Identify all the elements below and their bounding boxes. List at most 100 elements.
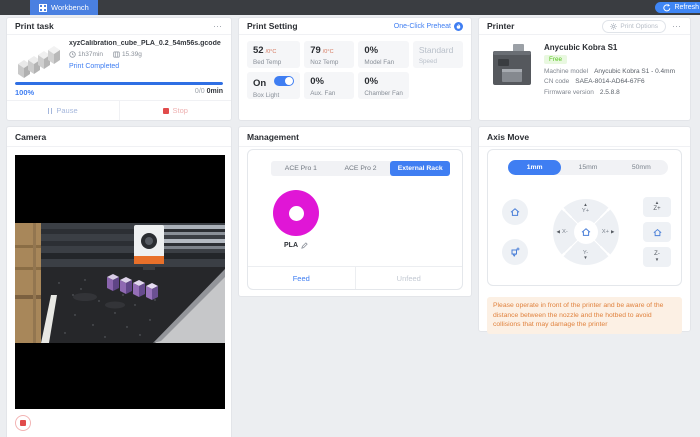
z-minus-button[interactable]: Z- ▼	[643, 247, 671, 267]
extrude-button[interactable]	[502, 239, 528, 265]
speed-value: Standard	[419, 45, 454, 55]
machine-model-label: Machine model	[544, 68, 588, 75]
top-bar: Workbench Refresh	[0, 0, 700, 15]
stop-button[interactable]: Stop	[119, 101, 232, 120]
record-stop-button[interactable]	[15, 415, 31, 431]
tab-external-rack[interactable]: External Rack	[390, 161, 450, 176]
chamber-fan-label: Chamber Fan	[364, 90, 403, 97]
x-plus-button[interactable]: X+ ▶	[602, 229, 615, 235]
left-arrow-icon: ◀	[557, 230, 560, 235]
camera-feed[interactable]	[15, 155, 225, 409]
filament-type: PLA	[256, 242, 336, 249]
aux-fan-value: 0%	[310, 76, 324, 87]
unfeed-button[interactable]: Unfeed	[355, 267, 463, 289]
home-icon	[580, 226, 592, 238]
speed-card: Standard Speed	[413, 41, 463, 68]
x-minus-label: X-	[562, 229, 568, 235]
box-light-card[interactable]: On Box Light	[247, 72, 300, 99]
aux-fan-card[interactable]: 0% Aux. Fan	[304, 72, 354, 99]
filament-card: ACE Pro 1 ACE Pro 2 External Rack PLA Fe…	[247, 149, 463, 290]
step-1mm[interactable]: 1mm	[508, 160, 561, 175]
nozzle-temp-card[interactable]: 79/0°C Noz Temp	[304, 41, 354, 68]
pause-icon	[48, 108, 53, 114]
status-badge: Free	[544, 55, 567, 64]
refresh-button[interactable]: Refresh	[655, 2, 700, 13]
progress-percent: 100%	[15, 88, 34, 97]
time-left: 0min	[207, 88, 223, 95]
tab-workbench-label: Workbench	[51, 3, 89, 12]
box-light-toggle[interactable]	[274, 76, 294, 86]
one-click-preheat-button[interactable]: One-Click Preheat	[394, 22, 463, 31]
stop-label: Stop	[173, 106, 188, 115]
pause-label: Pause	[56, 106, 77, 115]
print-setting-panel: Print Setting One-Click Preheat 52/0°C B…	[238, 17, 472, 121]
z-plus-button[interactable]: ▲ Z+	[643, 197, 671, 217]
nozzle-temp-target: /0°C	[323, 49, 334, 55]
management-title: Management	[247, 132, 299, 142]
tab-ace-pro-2[interactable]: ACE Pro 2	[331, 161, 391, 176]
edit-pencil-icon[interactable]	[301, 242, 308, 249]
y-minus-button[interactable]: Y- ▼	[583, 250, 588, 261]
filament-weight: 15.39g	[113, 51, 142, 58]
home-z-button[interactable]	[643, 222, 671, 242]
down-arrow-icon: ▼	[655, 258, 659, 263]
camera-frame	[15, 155, 225, 409]
home-icon	[652, 227, 663, 238]
printer-image	[489, 43, 535, 87]
bed-temp-target: /0°C	[266, 49, 277, 55]
more-options-icon[interactable]: ⋯	[213, 21, 223, 32]
refresh-label: Refresh	[674, 4, 699, 11]
gcode-filename: xyzCalibration_cube_PLA_0.2_54m56s.gcode	[69, 40, 223, 47]
speed-label: Speed	[419, 58, 457, 65]
camera-title: Camera	[15, 132, 46, 142]
down-arrow-icon: ▼	[583, 256, 587, 261]
firmware-label: Firmware version	[544, 89, 594, 96]
layer-time-info: 0/00min	[195, 88, 223, 97]
filament-spool[interactable]	[273, 190, 319, 236]
step-50mm[interactable]: 50mm	[615, 160, 668, 175]
model-fan-label: Model Fan	[364, 59, 403, 66]
model-fan-card[interactable]: 0% Model Fan	[358, 41, 409, 68]
progress-fill	[15, 82, 223, 85]
collision-warning: Please operate in front of the printer a…	[487, 297, 682, 334]
aux-fan-label: Aux. Fan	[310, 90, 348, 97]
home-xy-button[interactable]	[574, 220, 598, 244]
preheat-label: One-Click Preheat	[394, 23, 451, 30]
firmware-row: Firmware version 2.5.8.8	[544, 89, 682, 96]
gear-icon	[610, 23, 617, 30]
axis-move-panel: Axis Move 1mm 15mm 50mm	[478, 126, 691, 332]
axis-control-card: 1mm 15mm 50mm	[487, 149, 682, 286]
bed-temp-card[interactable]: 52/0°C Bed Temp	[247, 41, 300, 68]
filament-icon	[113, 51, 120, 58]
extruder-icon	[509, 246, 521, 258]
xy-dpad: ▲ Y+ Y- ▼ ◀ X- X+ ▶	[553, 199, 619, 265]
spool-hole	[289, 206, 304, 221]
model-thumbnail	[15, 40, 63, 78]
tab-ace-pro-1[interactable]: ACE Pro 1	[271, 161, 331, 176]
print-options-button[interactable]: Print Options	[602, 20, 666, 33]
cn-code-row: CN code SAEA-8014-AD64-67F6	[544, 78, 682, 85]
step-size-tabs: 1mm 15mm 50mm	[508, 160, 668, 175]
cn-code-label: CN code	[544, 78, 569, 85]
clock-icon	[69, 51, 76, 58]
print-task-title: Print task	[15, 21, 54, 31]
pause-button[interactable]: Pause	[7, 101, 119, 120]
printer-title: Printer	[487, 21, 514, 31]
right-arrow-icon: ▶	[611, 230, 614, 235]
nozzle-temp-value: 79	[310, 45, 321, 56]
home-all-button[interactable]	[502, 199, 528, 225]
bed-temp-label: Bed Temp	[253, 59, 294, 66]
chamber-fan-card[interactable]: 0% Chamber Fan	[358, 72, 409, 99]
grid-icon	[39, 4, 47, 12]
tab-workbench[interactable]: Workbench	[30, 0, 98, 15]
progress-bar	[15, 82, 223, 85]
printer-more-icon[interactable]: ⋯	[672, 21, 682, 32]
y-plus-button[interactable]: ▲ Y+	[582, 203, 589, 214]
layer-counter: 0/0	[195, 88, 205, 95]
feed-button[interactable]: Feed	[248, 267, 355, 289]
duration-value: 1h37min	[78, 51, 103, 58]
x-minus-button[interactable]: ◀ X-	[557, 229, 568, 235]
step-15mm[interactable]: 15mm	[561, 160, 614, 175]
machine-model-value: Anycubic Kobra S1 - 0.4mm	[594, 68, 675, 75]
x-plus-label: X+	[602, 229, 609, 235]
